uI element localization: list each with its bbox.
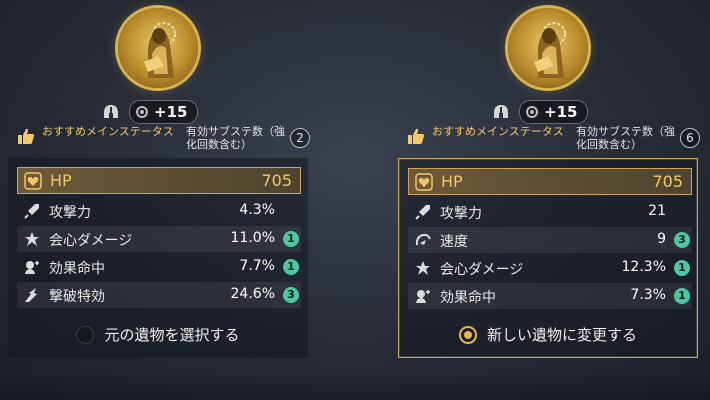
main-stat-value: 705: [652, 172, 683, 191]
relic-level-row: +15: [491, 100, 589, 124]
sub-stat-row: 撃破特効 24.6% 3: [17, 282, 301, 308]
helmet-icon: [104, 105, 118, 118]
sub-stat-value: 9: [657, 231, 666, 247]
level-dot-icon: [526, 106, 538, 118]
roll-count-badge: 3: [674, 232, 690, 248]
thumbs-up-icon: [18, 128, 35, 144]
sub-stat-row: 会心ダメージ 12.3% 1: [408, 255, 692, 281]
select-label: 新しい遺物に変更する: [486, 326, 637, 344]
sub-stat-name: 会心ダメージ: [49, 233, 133, 249]
sub-stat-value: 12.3%: [621, 259, 666, 275]
heart-icon: [24, 172, 42, 190]
level-text: +15: [154, 103, 188, 121]
sub-stat-name: 会心ダメージ: [440, 262, 524, 278]
crit-icon: [416, 261, 430, 275]
relic-panel-original: +15 おすすめメインステータス 有効サブステ数（強化回数含む） 2 HP 70…: [8, 0, 310, 400]
sword-icon: [415, 205, 430, 220]
level-text: +15: [544, 103, 578, 121]
sub-stat-row: 攻撃力 21: [408, 199, 692, 225]
sub-stat-name: 撃破特効: [49, 289, 105, 305]
sub-stat-value: 7.3%: [630, 287, 666, 303]
main-stat-row: HP 705: [408, 168, 692, 195]
thumbs-up-icon: [408, 128, 425, 144]
select-label: 元の遺物を選択する: [104, 326, 240, 344]
sub-stat-row: 会心ダメージ 11.0% 1: [17, 226, 301, 252]
legend-valid-substat-count: 有効サブステ数（強化回数含む）: [576, 125, 675, 151]
sub-stat-value: 24.6%: [230, 286, 275, 302]
legend-row: おすすめメインステータス 有効サブステ数（強化回数含む） 6: [406, 124, 700, 156]
sub-stat-row: 効果命中 7.7% 1: [17, 254, 301, 280]
radio-unselected-icon[interactable]: [76, 325, 95, 344]
sub-stat-value: 4.3%: [239, 202, 275, 218]
heart-icon: [415, 173, 433, 191]
level-pill: +15: [519, 100, 589, 124]
break-icon: [25, 288, 37, 302]
roll-count-badge: 1: [283, 231, 299, 247]
sub-stat-value: 7.7%: [239, 258, 275, 274]
roll-count-badge: 1: [674, 288, 690, 304]
roll-count-badge: 1: [283, 259, 299, 275]
main-stat-row: HP 705: [17, 167, 301, 194]
crit-icon: [25, 232, 39, 246]
legend-recommended-main-stat: おすすめメインステータス: [432, 125, 564, 138]
sub-stat-name: 攻撃力: [440, 206, 482, 222]
sub-stat-name: 効果命中: [440, 290, 496, 306]
relic-panel-new: +15 おすすめメインステータス 有効サブステ数（強化回数含む） 6 HP 70…: [398, 0, 700, 400]
sub-stat-value: 11.0%: [230, 230, 275, 246]
relic-level-row: +15: [101, 100, 199, 124]
effect-hit-icon: [25, 261, 39, 274]
speed-icon: [415, 233, 431, 246]
radio-selected-icon[interactable]: [458, 325, 477, 344]
sub-stat-row: 効果命中 7.3% 1: [408, 283, 692, 309]
roll-count-badge: 3: [283, 287, 299, 303]
sub-stat-value: 21: [648, 203, 666, 219]
legend-valid-substat-count: 有効サブステ数（強化回数含む）: [186, 125, 285, 151]
sub-stat-name: 速度: [440, 234, 468, 250]
effect-hit-icon: [416, 290, 430, 303]
level-pill: +15: [129, 100, 199, 124]
roll-count-badge: 1: [674, 260, 690, 276]
select-new-relic-option[interactable]: 新しい遺物に変更する: [398, 324, 698, 346]
golden-statue-relic-icon: [508, 8, 588, 88]
legend-row: おすすめメインステータス 有効サブステ数（強化回数含む） 2: [16, 124, 310, 156]
helmet-icon: [494, 105, 508, 118]
sub-stat-row: 速度 9 3: [408, 227, 692, 253]
sub-stat-name: 攻撃力: [49, 205, 91, 221]
sub-stat-row: 攻撃力 4.3%: [17, 198, 301, 224]
golden-statue-relic-icon: [118, 8, 198, 88]
legend-recommended-main-stat: おすすめメインステータス: [42, 125, 174, 138]
bottom-shade: [0, 370, 710, 400]
main-stat-value: 705: [261, 171, 292, 190]
main-stat-name: HP: [441, 172, 463, 191]
select-original-relic-option[interactable]: 元の遺物を選択する: [8, 324, 308, 346]
main-stat-name: HP: [50, 171, 72, 190]
valid-substat-count-badge: 2: [290, 128, 310, 148]
sword-icon: [24, 204, 39, 219]
sub-stat-name: 効果命中: [49, 261, 105, 277]
valid-substat-count-badge: 6: [680, 128, 700, 148]
level-dot-icon: [136, 106, 148, 118]
